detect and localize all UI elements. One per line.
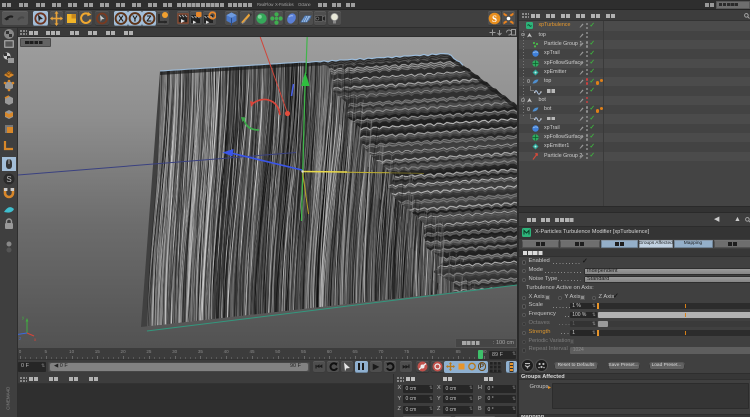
svg-text:S: S [492,14,497,24]
svg-text:Z: Z [146,14,151,24]
svg-text:X: X [118,14,124,24]
svg-text:S: S [6,175,11,184]
svg-text:Y: Y [132,14,138,24]
